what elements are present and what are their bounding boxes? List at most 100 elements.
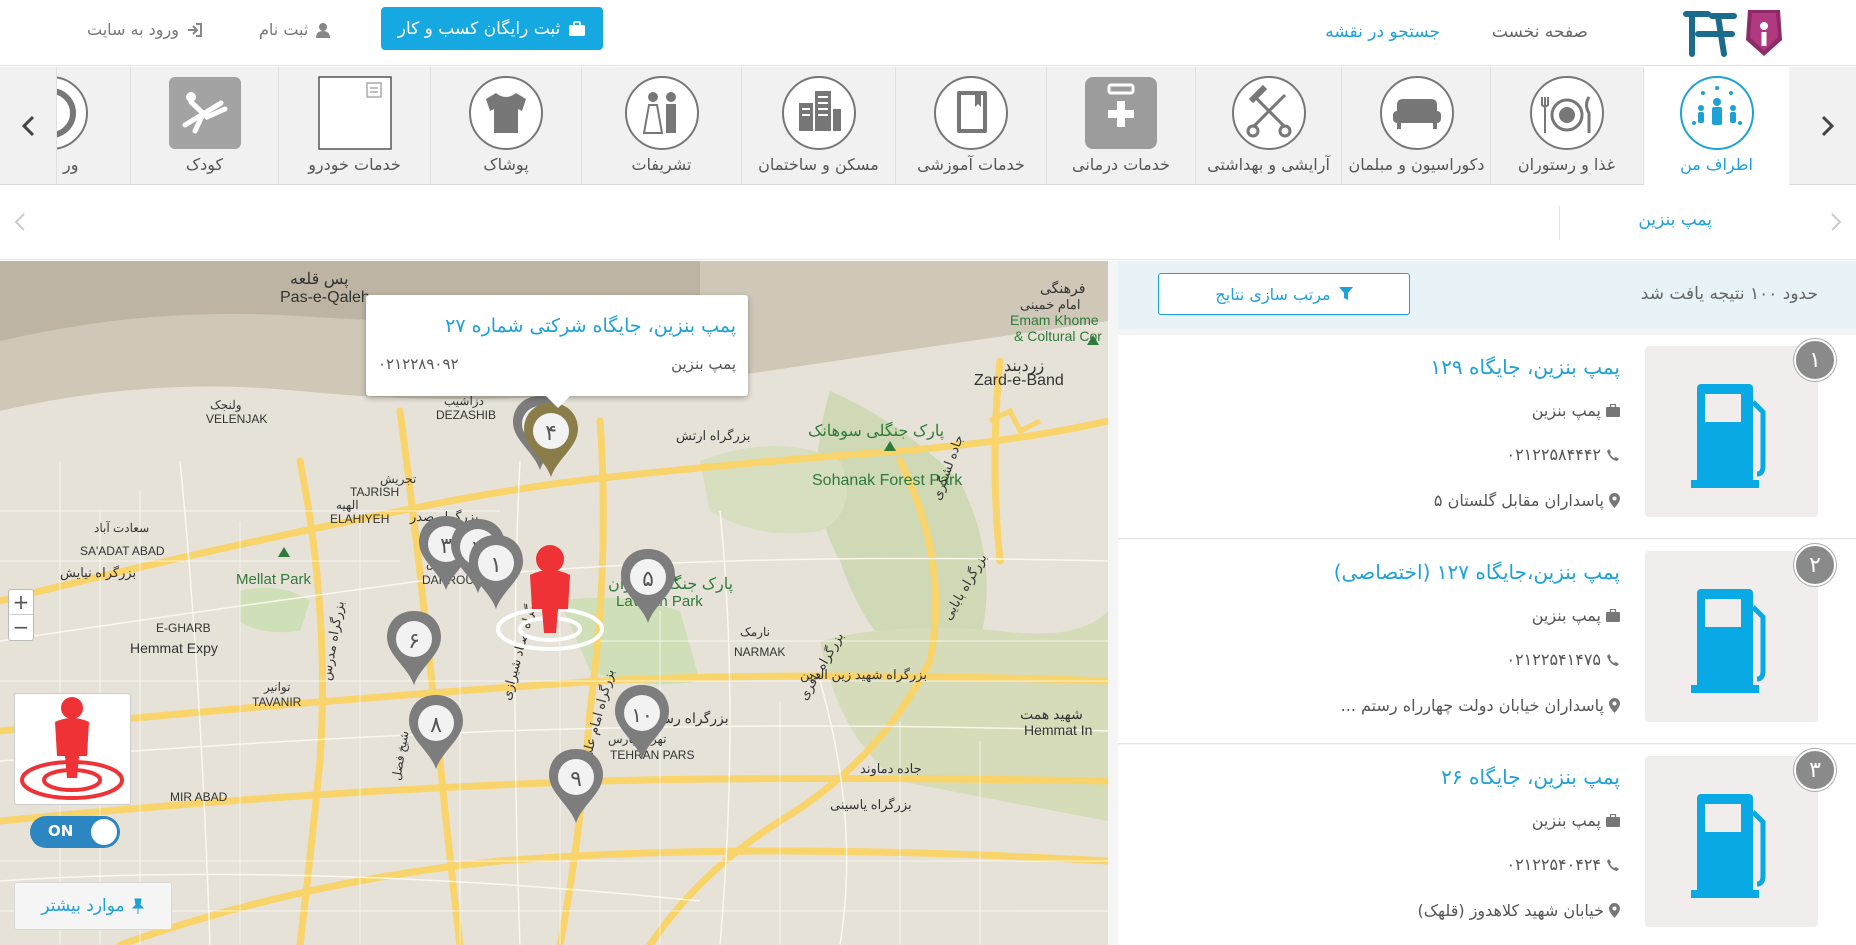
- category-bar: اطراف من غذا و رستوران دکوراسیون و مبلما…: [0, 67, 1856, 185]
- site-logo[interactable]: [1676, 4, 1786, 60]
- result-thumbnail[interactable]: [1645, 551, 1818, 722]
- location-toggle[interactable]: ON: [30, 816, 120, 848]
- svg-text:۳: ۳: [440, 534, 452, 559]
- map-marker[interactable]: ۹: [549, 749, 603, 823]
- results-panel: حدود ۱۰۰ نتیجه یافت شد مرتب سازی نتایج ۱…: [1108, 261, 1856, 945]
- top-bar: صفحه نخست جستجو در نقشه ثبت رایگان کسب و…: [0, 0, 1856, 66]
- result-number-badge: ۲: [1794, 544, 1836, 586]
- map-view[interactable]: پس قلعه Pas-e-Qaleh فرهنگی امام خمینی Em…: [0, 261, 1108, 945]
- map-marker[interactable]: ۵: [621, 549, 675, 623]
- more-results-label: موارد بیشتر: [41, 896, 125, 916]
- category-scroll-left-button[interactable]: [0, 67, 56, 185]
- category-cosmetics[interactable]: آرایشی و بهداشتی: [1195, 67, 1341, 185]
- result-category-row: پمپ بنزین: [1532, 811, 1620, 830]
- gas-pump-icon: [1691, 794, 1766, 898]
- buildings-icon: [781, 75, 857, 151]
- sort-results-label: مرتب سازی نتایج: [1215, 284, 1331, 304]
- chevron-right-icon: [1821, 115, 1835, 137]
- map-marker[interactable]: ۴: [524, 403, 578, 477]
- map-marker[interactable]: ۱: [469, 535, 523, 609]
- category-label: کودک: [185, 155, 224, 174]
- results-count: حدود ۱۰۰ نتیجه یافت شد: [1640, 284, 1818, 304]
- category-housing[interactable]: مسکن و ساختمان: [741, 67, 895, 185]
- scissors-comb-icon: [1231, 75, 1307, 151]
- login-link[interactable]: ورود به سایت: [87, 20, 203, 39]
- toggle-label: ON: [48, 822, 74, 840]
- category-medical[interactable]: خدمات درمانی: [1046, 67, 1195, 185]
- result-card[interactable]: ۲ پمپ بنزین،جایگاه ۱۲۷ (اختصاصی) پمپ بنز…: [1118, 540, 1856, 744]
- more-results-button[interactable]: موارد بیشتر: [14, 882, 172, 930]
- result-title[interactable]: پمپ بنزین، جایگاه ۱۲۹: [1430, 355, 1620, 379]
- result-category-row: پمپ بنزین: [1532, 401, 1620, 420]
- plate-cutlery-icon: [1529, 75, 1605, 151]
- result-title[interactable]: پمپ بنزین،جایگاه ۱۲۷ (اختصاصی): [1334, 560, 1620, 584]
- result-address: پاسداران خیابان دولت چهارراه رستم ...: [1340, 696, 1604, 715]
- category-label: ور: [63, 155, 79, 174]
- map-popup[interactable]: پمپ بنزین، جایگاه شرکتی شماره ۲۷ پمپ بنز…: [366, 295, 748, 408]
- nav-map-search-link[interactable]: جستجو در نقشه: [1325, 22, 1440, 42]
- map-marker[interactable]: ۱۰: [615, 685, 669, 759]
- category-scroll-right-button[interactable]: [1800, 67, 1856, 185]
- sofa-icon: [1379, 75, 1455, 151]
- result-thumbnail[interactable]: [1645, 346, 1818, 517]
- chevron-left-icon[interactable]: [14, 212, 26, 232]
- result-title[interactable]: پمپ بنزین، جایگاه ۲۶: [1441, 765, 1620, 789]
- result-address-row: خیابان شهید کلاهدوز (قلهک): [1417, 901, 1620, 920]
- result-phone: ۰۲۱۲۲۵۴۱۴۷۵: [1506, 650, 1601, 669]
- map-marker-icon: [1609, 493, 1620, 508]
- phone-icon: [1607, 448, 1619, 461]
- book-icon: [933, 75, 1009, 151]
- category-kids[interactable]: کودک: [130, 67, 278, 185]
- location-widget[interactable]: [14, 693, 131, 805]
- result-address: پاسداران مقابل گلستان ۵: [1433, 491, 1604, 510]
- zoom-in-button[interactable]: +: [9, 590, 33, 615]
- category-car-services[interactable]: خدمات خودرو: [278, 67, 430, 185]
- result-card[interactable]: ۳ پمپ بنزین، جایگاه ۲۶ پمپ بنزین ۰۲۱۲۲۵۴…: [1118, 745, 1856, 945]
- category-decoration[interactable]: دکوراسیون و مبلمان: [1341, 67, 1491, 185]
- result-address-row: پاسداران خیابان دولت چهارراه رستم ...: [1341, 696, 1620, 715]
- results-header: حدود ۱۰۰ نتیجه یافت شد مرتب سازی نتایج: [1118, 261, 1856, 329]
- popup-title[interactable]: پمپ بنزین، جایگاه شرکتی شماره ۲۷: [445, 315, 736, 337]
- category-clothing[interactable]: پوشاک: [430, 67, 581, 185]
- svg-text:۹: ۹: [570, 767, 582, 792]
- category-label: مسکن و ساختمان: [758, 155, 879, 174]
- signup-link[interactable]: ثبت نام: [259, 20, 331, 39]
- register-business-button[interactable]: ثبت رایگان کسب و کار: [381, 7, 603, 50]
- category-ceremony[interactable]: تشریفات: [581, 67, 741, 185]
- gas-pump-icon: [1691, 384, 1766, 488]
- map-marker[interactable]: ۶: [387, 611, 441, 685]
- category-label: خدمات آموزشی: [917, 155, 1025, 174]
- person-location-icon: [20, 697, 124, 800]
- phone-icon: [1607, 653, 1619, 666]
- map-marker[interactable]: ۸: [409, 695, 463, 769]
- user-icon: [316, 22, 331, 38]
- result-phone: ۰۲۱۲۲۵۴۰۴۲۴: [1506, 855, 1601, 874]
- sort-results-button[interactable]: مرتب سازی نتایج: [1158, 273, 1410, 315]
- category-around-me[interactable]: اطراف من: [1643, 67, 1789, 185]
- result-phone: ۰۲۱۲۲۵۸۴۴۴۲: [1506, 445, 1601, 464]
- popup-phone: ۰۲۱۲۲۸۹۰۹۲: [378, 355, 459, 373]
- nav-home-link[interactable]: صفحه نخست: [1492, 22, 1588, 42]
- result-card[interactable]: ۱ پمپ بنزین، جایگاه ۱۲۹ پمپ بنزین ۰۲۱۲۲۵…: [1118, 335, 1856, 539]
- result-category-row: پمپ بنزین: [1532, 606, 1620, 625]
- result-thumbnail[interactable]: [1645, 756, 1818, 927]
- zoom-out-button[interactable]: −: [9, 615, 33, 640]
- category-partial[interactable]: ور: [56, 67, 130, 185]
- shirt-icon: [468, 75, 544, 151]
- car-service-icon: [317, 75, 393, 151]
- result-address-row: پاسداران مقابل گلستان ۵: [1434, 491, 1620, 510]
- category-food[interactable]: غذا و رستوران: [1490, 67, 1642, 185]
- app-root: { "header": { "nav_home": "صفحه نخست", "…: [0, 0, 1856, 945]
- first-aid-kit-icon: [1083, 75, 1159, 151]
- result-phone-row: ۰۲۱۲۲۵۴۰۴۲۴: [1506, 855, 1620, 874]
- svg-text:۱: ۱: [490, 553, 502, 578]
- login-label: ورود به سایت: [87, 20, 179, 39]
- category-label: آرایشی و بهداشتی: [1207, 155, 1330, 174]
- chevron-right-icon[interactable]: [1830, 212, 1842, 232]
- category-education[interactable]: خدمات آموزشی: [895, 67, 1046, 185]
- people-around-icon: [1679, 75, 1755, 151]
- subcategory-bar: پمپ بنزین: [0, 186, 1856, 260]
- subcategory-gas-station[interactable]: پمپ بنزین: [1638, 210, 1712, 230]
- result-number-badge: ۱: [1794, 339, 1836, 381]
- map-marker-icon: [1609, 903, 1620, 918]
